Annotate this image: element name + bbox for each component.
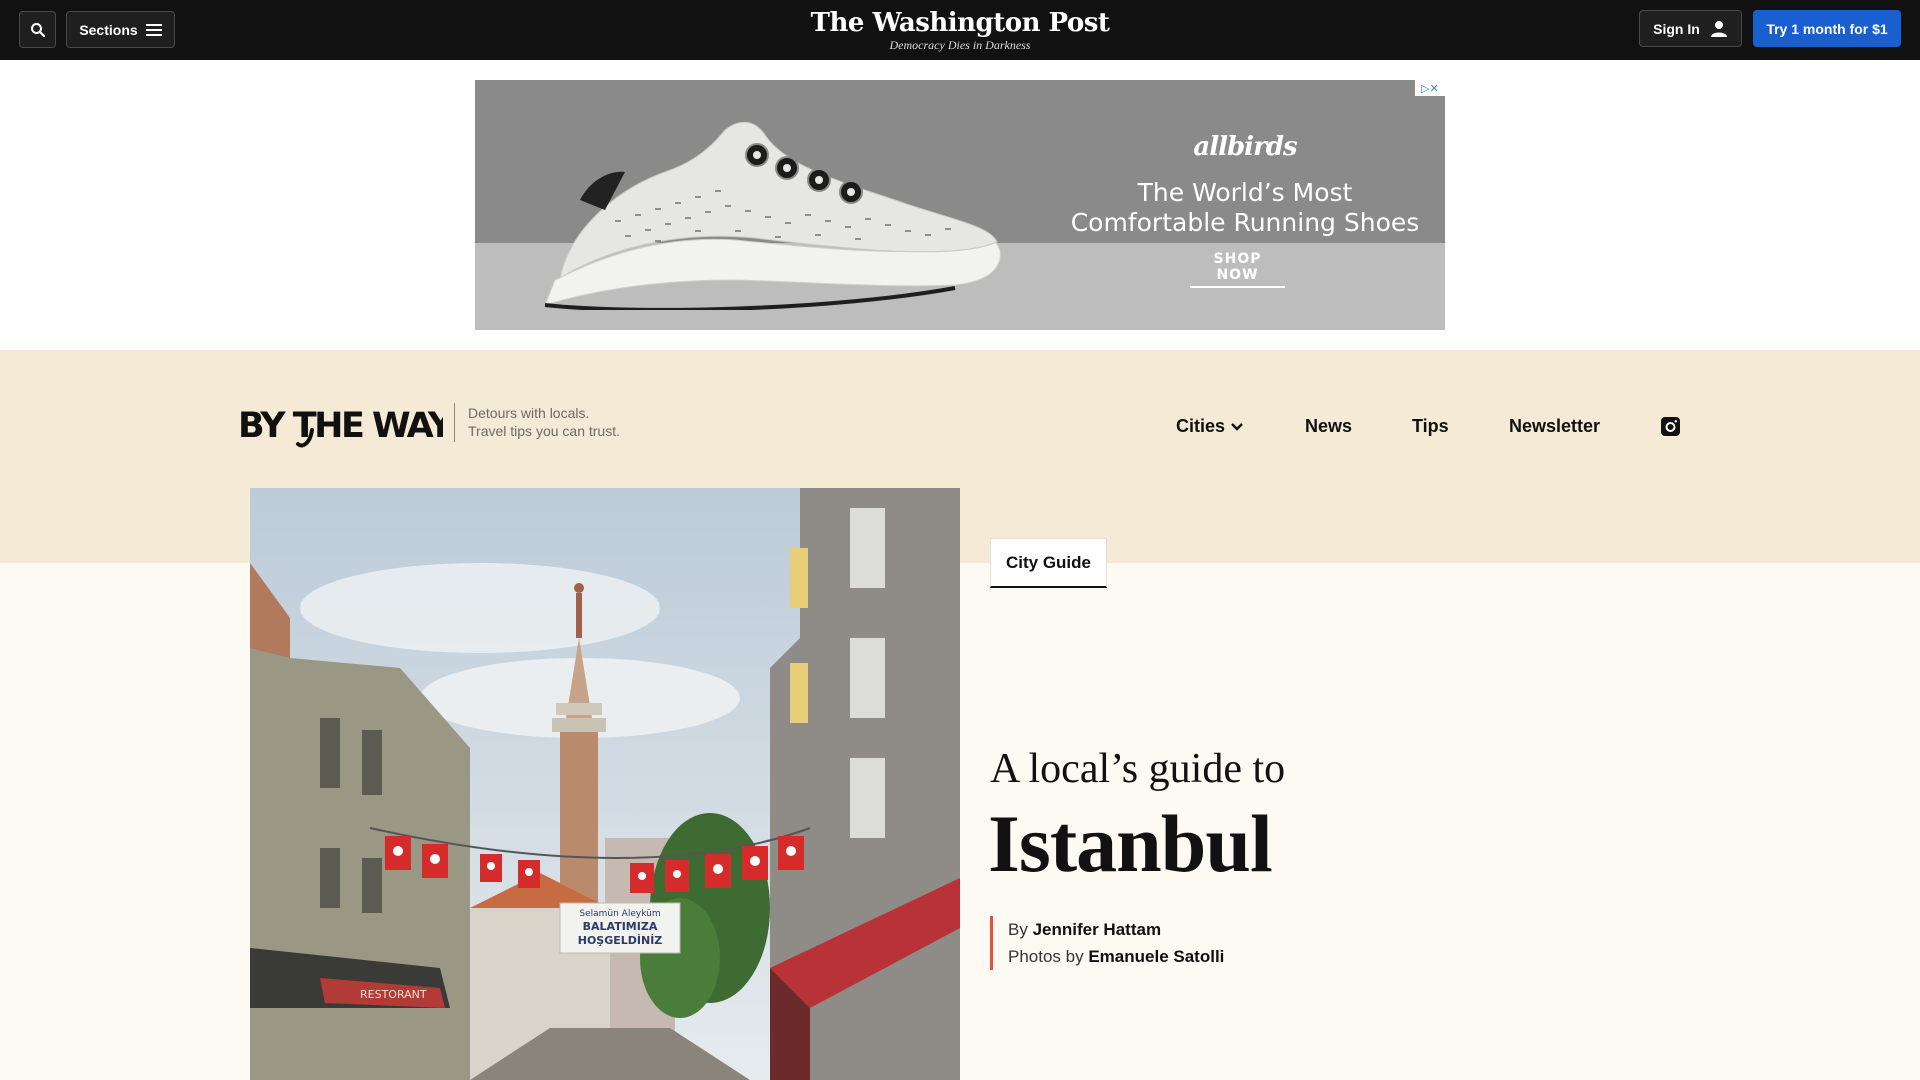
tagline-line1: Detours with locals.: [468, 405, 590, 421]
nav-cities[interactable]: Cities: [1176, 416, 1243, 437]
user-icon: [1710, 20, 1727, 37]
istanbul-street-photo: Selamün Aleyküm BALATIMIZA HOŞGELDİNİZ R…: [250, 488, 960, 1080]
category-tag[interactable]: City Guide: [990, 538, 1107, 588]
chevron-down-icon: [1231, 422, 1243, 431]
nav-newsletter[interactable]: Newsletter: [1509, 416, 1600, 437]
ad-brand-logo: allbirds: [1193, 132, 1297, 162]
search-icon: [30, 22, 45, 37]
ad-choices-icon[interactable]: ▷✕: [1415, 80, 1445, 96]
advertisement-banner[interactable]: ▷✕ allbirds The World’s Most Comfortable…: [475, 80, 1445, 330]
search-button[interactable]: [19, 11, 56, 48]
shop-now-link[interactable]: SHOP NOW: [1190, 251, 1285, 288]
sections-label: Sections: [79, 21, 138, 38]
masthead-logo[interactable]: The Washington Post Democracy Dies in Da…: [760, 8, 1160, 52]
by-prefix: By: [1008, 920, 1028, 939]
banner-line3: HOŞGELDİNİZ: [578, 933, 663, 947]
banner-line2: BALATIMIZA: [583, 920, 658, 933]
sign-in-label: Sign In: [1653, 20, 1700, 37]
author-link[interactable]: Jennifer Hattam: [1033, 920, 1161, 939]
author-line: By Jennifer Hattam: [1008, 916, 1224, 943]
nav-cities-label: Cities: [1176, 416, 1226, 436]
ad-headline-line1: The World’s Most: [1137, 178, 1353, 207]
nav-news[interactable]: News: [1305, 416, 1352, 437]
subscribe-button[interactable]: Try 1 month for $1: [1753, 10, 1901, 47]
sign-in-button[interactable]: Sign In: [1639, 10, 1742, 47]
by-the-way-logo-text: BY THE WAY: [238, 406, 443, 446]
ad-headline-line2: Comfortable Running Shoes: [1070, 208, 1420, 237]
tagline-line2: Travel tips you can trust.: [468, 423, 620, 439]
shop-sign: RESTORANT: [360, 988, 427, 1001]
hero-image: Selamün Aleyküm BALATIMIZA HOŞGELDİNİZ R…: [250, 488, 960, 1080]
logo-divider: [454, 403, 455, 442]
photographer-line: Photos by Emanuele Satolli: [1008, 943, 1224, 970]
headline-title: Istanbul: [988, 798, 1273, 889]
by-the-way-logo[interactable]: BY THE WAY: [238, 400, 443, 450]
photos-prefix: Photos by: [1008, 947, 1084, 966]
byline: By Jennifer Hattam Photos by Emanuele Sa…: [990, 916, 1224, 970]
running-shoe-image: [544, 121, 1001, 310]
masthead-tagline: Democracy Dies in Darkness: [889, 38, 1031, 52]
hamburger-icon: [145, 23, 162, 36]
sections-button[interactable]: Sections: [66, 11, 175, 48]
ad-headline: The World’s Most Comfortable Running Sho…: [1050, 178, 1440, 238]
section-tagline: Detours with locals. Travel tips you can…: [468, 404, 668, 440]
site-header: Sections The Washington Post Democracy D…: [0, 0, 1920, 60]
headline-kicker: A local’s guide to: [990, 746, 1286, 792]
instagram-icon[interactable]: [1661, 417, 1680, 436]
nav-tips[interactable]: Tips: [1412, 416, 1449, 437]
photographer-link[interactable]: Emanuele Satolli: [1088, 947, 1224, 966]
masthead-title: The Washington Post: [810, 8, 1110, 38]
banner-line1: Selamün Aleyküm: [579, 909, 660, 919]
